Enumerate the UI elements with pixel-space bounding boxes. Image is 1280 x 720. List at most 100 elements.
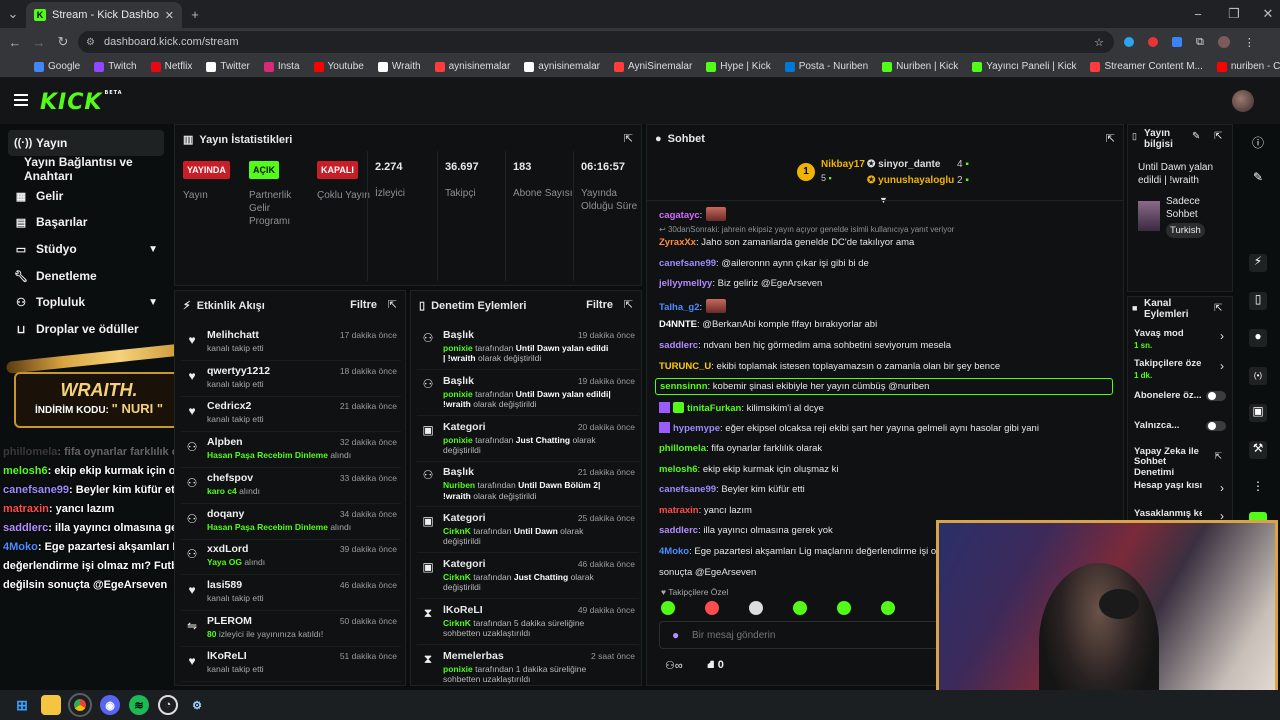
- leader-name[interactable]: yunushayaloglu: [878, 175, 954, 186]
- sidebar-item-gelir[interactable]: ▦ Gelir: [8, 183, 164, 209]
- bookmark-item[interactable]: Wraith: [377, 61, 421, 72]
- chat-username[interactable]: TURUNC_U: [659, 361, 711, 372]
- channel-action-item[interactable]: Takipçilere özel s 1 dk. ›: [1134, 359, 1230, 387]
- chat-username[interactable]: ZyraxXx: [659, 237, 696, 248]
- expand-icon[interactable]: ⇱: [388, 298, 397, 311]
- leader-name[interactable]: Nikbay17: [821, 159, 865, 170]
- emote-button[interactable]: [881, 601, 895, 615]
- file-explorer-icon[interactable]: [41, 695, 61, 715]
- event-username[interactable]: qwertyy1212: [207, 365, 270, 377]
- expand-icon[interactable]: ⇱: [1214, 303, 1222, 314]
- sidebar-item-droplar[interactable]: ⊔ Droplar ve ödüller: [8, 316, 164, 342]
- bookmark-item[interactable]: aynisinemalar: [434, 61, 510, 72]
- event-username[interactable]: Melihchatt: [207, 329, 259, 341]
- bookmark-item[interactable]: Nuriben | Kick: [882, 61, 958, 72]
- chat-username[interactable]: 4Moko: [659, 546, 689, 557]
- restore-icon[interactable]: ❐: [1226, 6, 1242, 22]
- bookmark-item[interactable]: Insta: [263, 61, 300, 72]
- toggle-switch[interactable]: [1206, 391, 1226, 401]
- tab-search-icon[interactable]: ⌄: [5, 6, 21, 22]
- sidebar-item-basarilar[interactable]: ▤ Başarılar: [8, 209, 164, 235]
- bookmark-star-icon[interactable]: ☆: [1094, 36, 1104, 49]
- chat-username[interactable]: phillomela: [659, 443, 706, 454]
- expand-icon[interactable]: ⇱: [624, 132, 633, 145]
- chat-username[interactable]: saddlerc: [659, 340, 698, 351]
- edit-pencil-icon[interactable]: ✎: [1192, 131, 1200, 142]
- sidebar-item-topluluk[interactable]: ⚇ Topluluk ▼: [8, 289, 164, 315]
- emote-button[interactable]: [793, 601, 807, 615]
- channel-action-item[interactable]: Yalnızca...: [1134, 421, 1230, 449]
- bookmark-item[interactable]: nuriben - Channel S...: [1216, 61, 1280, 72]
- menu-icon[interactable]: ⋮: [1244, 36, 1255, 49]
- wrench-icon[interactable]: ⚒: [1249, 441, 1267, 459]
- chat-username[interactable]: tinitaFurkan: [687, 403, 741, 414]
- channel-action-item[interactable]: Yapay Zeka ile Sohbet Denetimi ⇱: [1134, 447, 1230, 478]
- chat-username[interactable]: jellyymellyy: [659, 278, 712, 289]
- chat-username[interactable]: canefsane99: [659, 484, 716, 495]
- emote-button[interactable]: [749, 601, 763, 615]
- chat-username[interactable]: canefsane99: [659, 258, 716, 269]
- bookmark-item[interactable]: Google: [34, 61, 80, 72]
- channel-points-icon[interactable]: ⚇∞: [665, 660, 683, 672]
- emote-button[interactable]: [661, 601, 675, 615]
- mod-actor[interactable]: ponixie: [443, 343, 473, 353]
- mic-icon[interactable]: ●: [672, 628, 679, 642]
- emote-button[interactable]: [837, 601, 851, 615]
- mod-actor[interactable]: CirknK: [443, 618, 471, 628]
- sidebar-item-yayin[interactable]: ((·)) Yayın: [8, 130, 164, 156]
- mod-actor[interactable]: ponixie: [443, 435, 473, 445]
- bookmark-item[interactable]: Twitter: [206, 61, 250, 72]
- chat-username[interactable]: cagatayc: [659, 210, 700, 221]
- bookmark-item[interactable]: Twitch: [94, 61, 137, 72]
- bookmark-item[interactable]: Netflix: [150, 61, 192, 72]
- mod-actor[interactable]: ponixie: [443, 664, 473, 674]
- chrome-icon[interactable]: [68, 693, 92, 717]
- start-icon[interactable]: ⊞: [12, 695, 32, 715]
- user-avatar[interactable]: [1232, 90, 1254, 112]
- extension-blue-icon[interactable]: [1124, 37, 1134, 47]
- leader-name[interactable]: sinyor_dante: [878, 159, 940, 170]
- mod-filter-button[interactable]: Filtre: [586, 299, 613, 311]
- clipboard-icon[interactable]: ▯: [1249, 292, 1267, 310]
- sidebar-item-stream-key[interactable]: Yayın Bağlantısı ve Anahtarı: [8, 155, 164, 183]
- bookmark-item[interactable]: Youtube: [313, 61, 364, 72]
- spotify-icon[interactable]: ≋: [129, 695, 149, 715]
- event-username[interactable]: xxdLord: [207, 543, 248, 555]
- bookmark-item[interactable]: Hype | Kick: [706, 61, 771, 72]
- extensions-puzzle-icon[interactable]: ⧉: [1196, 36, 1204, 49]
- bookmark-item[interactable]: Posta - Nuriben: [784, 61, 868, 72]
- extension-red-icon[interactable]: [1148, 37, 1158, 47]
- mod-actor[interactable]: ponixie: [443, 389, 473, 399]
- chat-username[interactable]: Talha_g2: [659, 302, 699, 313]
- event-username[interactable]: Cedricx2: [207, 400, 251, 412]
- channel-action-item[interactable]: Yavaş mod 1 sn. ›: [1134, 329, 1230, 357]
- bookmark-item[interactable]: Streamer Content M...: [1090, 61, 1203, 72]
- reload-icon[interactable]: ↻: [55, 34, 71, 50]
- bookmark-item[interactable]: Yayıncı Paneli | Kick: [972, 61, 1076, 72]
- expand-icon[interactable]: ⇱: [624, 298, 633, 311]
- chat-bubble-icon[interactable]: ●: [1249, 329, 1267, 347]
- mod-actor[interactable]: CirknK: [443, 526, 471, 536]
- activity-filter-button[interactable]: Filtre: [350, 299, 377, 311]
- mod-actor[interactable]: Nuriben: [443, 480, 475, 490]
- event-username[interactable]: chefspov: [207, 472, 253, 484]
- channel-action-item[interactable]: Abonelere öz...: [1134, 391, 1230, 419]
- chat-username[interactable]: sennsinnn: [660, 381, 708, 392]
- event-username[interactable]: lasi589: [207, 579, 242, 591]
- more-icon[interactable]: ⋮: [1249, 479, 1267, 497]
- chat-username[interactable]: melosh6: [659, 464, 698, 475]
- kick-logo[interactable]: KICK BETA: [40, 90, 123, 115]
- broadcast-icon[interactable]: (•): [1249, 367, 1267, 385]
- bookmark-item[interactable]: AyniSinemalar: [614, 61, 692, 72]
- chat-username[interactable]: D4NNTE: [659, 319, 697, 330]
- event-username[interactable]: PLEROM: [207, 615, 252, 627]
- sidebar-item-studyo[interactable]: ▭ Stüdyo ▼: [8, 236, 164, 262]
- obs-icon[interactable]: ◔: [158, 695, 178, 715]
- address-bar[interactable]: ⚙ dashboard.kick.com/stream ☆: [78, 31, 1114, 53]
- back-icon[interactable]: ←: [7, 34, 23, 50]
- toggle-switch[interactable]: [1206, 421, 1226, 431]
- profile-avatar[interactable]: [1217, 36, 1230, 48]
- expand-icon[interactable]: ⇱: [1214, 131, 1222, 142]
- event-username[interactable]: doqany: [207, 508, 244, 520]
- forward-icon[interactable]: →: [31, 34, 47, 50]
